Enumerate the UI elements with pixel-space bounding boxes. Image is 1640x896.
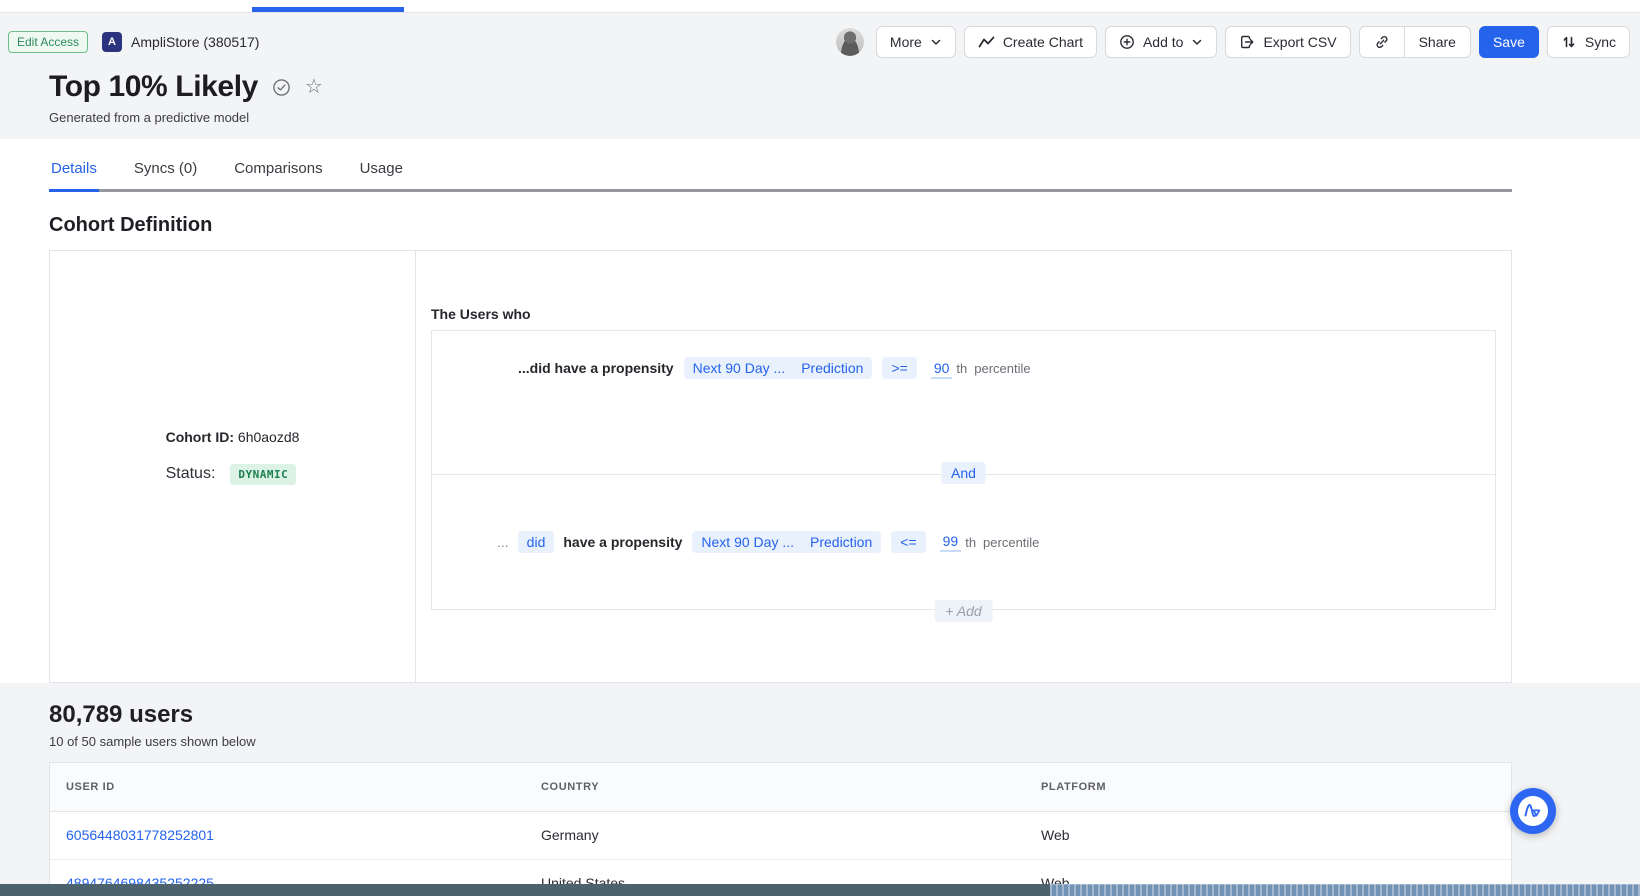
line-chart-icon	[978, 35, 995, 49]
and-connector[interactable]: And	[941, 462, 986, 484]
details-section: Details Syncs (0) Comparisons Usage Coho…	[0, 139, 1640, 683]
sync-button[interactable]: Sync	[1547, 26, 1630, 58]
sync-arrows-icon	[1561, 34, 1577, 50]
condition-row-2: ... did have a propensity Next 90 Day ..…	[432, 475, 1495, 609]
export-csv-button[interactable]: Export CSV	[1225, 26, 1350, 58]
status-label: Status:	[166, 465, 216, 483]
unit-label: th	[956, 361, 967, 376]
amplitude-logo-icon	[1517, 795, 1549, 827]
status-badge: DYNAMIC	[230, 464, 296, 485]
chevron-down-icon	[930, 36, 942, 48]
condition-divider: And	[432, 474, 1495, 475]
link-icon	[1374, 34, 1390, 50]
column-header-country: COUNTRY	[525, 763, 1025, 811]
amplitude-fab-button[interactable]	[1510, 788, 1556, 834]
export-icon	[1239, 34, 1255, 50]
conditions-box: ...did have a propensity Next 90 Day ...…	[431, 330, 1496, 610]
page-title[interactable]: Top 10% Likely	[49, 70, 258, 104]
bottom-bar	[0, 884, 1640, 896]
tab-syncs[interactable]: Syncs (0)	[132, 156, 199, 192]
star-icon[interactable]: ☆	[305, 77, 323, 97]
toolbar: More Create Chart Add to	[836, 26, 1632, 58]
users-who-label: The Users who	[431, 306, 1496, 322]
tab-usage[interactable]: Usage	[358, 156, 405, 192]
property-select[interactable]: Next 90 Day ... Prediction	[684, 357, 873, 379]
breadcrumb: Edit Access A AmpliStore (380517) More C…	[8, 24, 1632, 60]
chevron-down-icon	[1191, 36, 1203, 48]
operator-select[interactable]: <=	[891, 531, 925, 553]
percentile-value-input[interactable]: 99	[940, 533, 962, 552]
sample-users-table: USER ID COUNTRY PLATFORM 605644803177825…	[49, 762, 1512, 896]
condition-prefix: have a propensity	[563, 534, 682, 550]
property-select[interactable]: Next 90 Day ... Prediction	[692, 531, 881, 553]
bottom-bar-scrub	[1050, 884, 1640, 896]
user-id-link[interactable]: 6056448031778252801	[66, 827, 214, 843]
add-to-button[interactable]: Add to	[1105, 26, 1217, 58]
table-header-row: USER ID COUNTRY PLATFORM	[50, 763, 1511, 811]
page-subtitle: Generated from a predictive model	[49, 110, 1632, 125]
column-header-user-id: USER ID	[50, 763, 525, 811]
more-button[interactable]: More	[876, 26, 956, 58]
share-split-button: Share	[1359, 26, 1471, 58]
workspace-avatar: A	[102, 32, 122, 52]
condition-row-1: ...did have a propensity Next 90 Day ...…	[432, 331, 1495, 474]
sample-note: 10 of 50 sample users shown below	[49, 734, 1512, 749]
check-circle-icon[interactable]	[272, 78, 291, 97]
user-avatar[interactable]	[836, 28, 864, 56]
unit-label: th	[965, 535, 976, 550]
add-condition-button[interactable]: + Add	[934, 600, 992, 622]
did-select[interactable]: did	[518, 531, 555, 553]
tab-comparisons[interactable]: Comparisons	[232, 156, 324, 192]
cohort-definition-card: Cohort ID: 6h0aozd8 Status: DYNAMIC The …	[49, 250, 1512, 683]
percentile-value-input[interactable]: 90	[931, 360, 953, 379]
percentile-label: percentile	[974, 361, 1030, 376]
loading-progress-bar	[252, 7, 404, 12]
cohort-definition-heading: Cohort Definition	[49, 214, 1512, 237]
tab-details[interactable]: Details	[49, 156, 99, 192]
ellipsis-label: ...	[497, 534, 509, 550]
create-chart-button[interactable]: Create Chart	[964, 26, 1097, 58]
users-count: 80,789 users	[49, 701, 1512, 729]
workspace-name[interactable]: AmpliStore (380517)	[131, 34, 259, 50]
operator-select[interactable]: >=	[882, 357, 916, 379]
page-header: Edit Access A AmpliStore (380517) More C…	[0, 13, 1640, 139]
share-button[interactable]: Share	[1404, 27, 1470, 57]
browser-top-strip	[0, 0, 1640, 13]
percentile-label: percentile	[983, 535, 1039, 550]
cohort-meta-panel: Cohort ID: 6h0aozd8 Status: DYNAMIC	[50, 251, 416, 682]
column-header-platform: PLATFORM	[1025, 763, 1511, 811]
plus-circle-icon	[1119, 34, 1135, 50]
save-button[interactable]: Save	[1479, 26, 1539, 58]
copy-link-button[interactable]	[1360, 27, 1404, 57]
cohort-rules-panel: The Users who ...did have a propensity N…	[416, 251, 1511, 682]
condition-prefix: ...did have a propensity	[518, 360, 674, 376]
platform-cell: Web	[1025, 811, 1511, 859]
sample-users-section: 80,789 users 10 of 50 sample users shown…	[0, 683, 1640, 896]
country-cell: Germany	[525, 811, 1025, 859]
edit-access-badge[interactable]: Edit Access	[8, 31, 88, 53]
cohort-id-value: 6h0aozd8	[238, 429, 300, 445]
tab-bar: Details Syncs (0) Comparisons Usage	[49, 156, 1512, 192]
cohort-id: Cohort ID: 6h0aozd8	[166, 429, 300, 445]
table-row: 6056448031778252801 Germany Web	[50, 811, 1511, 859]
